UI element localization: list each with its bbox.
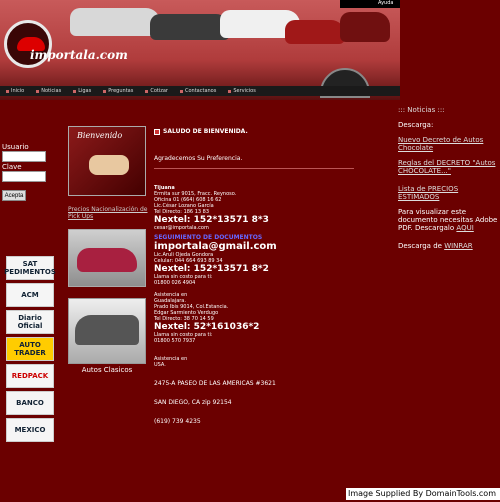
welcome-image-text: Bienvenido <box>77 131 123 140</box>
mexico-logo[interactable]: MEXICO <box>6 418 54 442</box>
winrar-label: Descarga de <box>398 242 442 250</box>
bank-logo[interactable]: BANCO <box>6 391 54 415</box>
footer-credit: Image Supplied By DomainTools.com <box>346 488 500 500</box>
logo-text: importala.com <box>30 48 128 62</box>
welcome-image: Bienvenido <box>68 126 146 196</box>
acm-logo[interactable]: ACM <box>6 283 54 307</box>
classic-car-photo[interactable] <box>68 298 146 364</box>
news-title: ::: Noticias ::: <box>398 106 445 114</box>
welcome-heading: SALUDO DE BIENVENIDA. <box>154 128 354 135</box>
login-form: Usuario Clave Acepta <box>2 142 52 201</box>
address-line-1: 2475-A PASEO DE LAS AMERICAS #3621 <box>154 380 276 387</box>
motorcycle-image <box>340 12 390 42</box>
car-image <box>150 14 230 40</box>
nav-item-noticias[interactable]: Noticias <box>30 88 67 94</box>
car-photo[interactable] <box>68 229 146 287</box>
divider <box>154 168 354 169</box>
nav-item-ligas[interactable]: Ligas <box>67 88 97 94</box>
lista-precios-link[interactable]: Lista de PRECIOS ESTIMADOS <box>398 185 458 201</box>
news-sidebar: ::: Noticias ::: Descarga: Nuevo Decreto… <box>398 106 500 257</box>
diario-oficial-logo[interactable]: Diario Oficial <box>6 310 54 334</box>
header-banner: importala.com Ayuda Inicio Noticias Liga… <box>0 0 400 100</box>
top-bar: Ayuda <box>340 0 400 8</box>
nav-item-preguntas[interactable]: Preguntas <box>97 88 139 94</box>
gdl-contact: Asistencia en Guadalajara. Prado Ibis 90… <box>154 292 354 344</box>
user-label: Usuario <box>2 143 29 151</box>
address-line-2: SAN DIEGO, CA zip 92154 <box>154 399 232 406</box>
key-label: Clave <box>2 163 22 171</box>
decreto-link[interactable]: Nuevo Decreto de Autos Chocolate <box>398 136 483 152</box>
winrar-link[interactable]: WINRAR <box>444 242 472 250</box>
descarga-label: Descarga: <box>398 121 434 129</box>
precios-link[interactable]: Precios Nacionalización de Pick Ups <box>68 206 150 220</box>
sat-logo[interactable]: SAT PEDIMENTOS <box>4 256 56 280</box>
thanks-text: Agradecemos Su Preferencia. <box>154 155 243 162</box>
nav-item-servicios[interactable]: Servicios <box>222 88 261 94</box>
redpack-logo[interactable]: REDPACK <box>6 364 54 388</box>
aqui-link[interactable]: AQUI <box>456 224 473 232</box>
accept-button[interactable]: Acepta <box>2 190 26 201</box>
usa-contact: Asistencia en USA. <box>154 356 188 368</box>
nextel-1: Nextel: 152*13571 8*3 <box>154 215 269 225</box>
email-2[interactable]: importala@gmail.com <box>154 241 354 252</box>
checkbox-icon <box>154 128 160 135</box>
sponsor-logos: SAT PEDIMENTOS ACM Diario Oficial AUTO T… <box>4 256 56 445</box>
nav-item-cotizar[interactable]: Cotizar <box>139 88 174 94</box>
reglas-link[interactable]: Reglas del DECRETO "Autos CHOCOLATE..." <box>398 159 495 175</box>
help-link[interactable]: Ayuda <box>378 0 393 6</box>
password-input[interactable] <box>2 171 46 182</box>
phone: (619) 739 4235 <box>154 418 201 425</box>
handshake-icon <box>89 155 129 175</box>
nav-bar: Inicio Noticias Ligas Preguntas Cotizar … <box>0 86 400 96</box>
email-1[interactable]: cesar@importala.com <box>154 225 354 231</box>
nextel-2: Nextel: 152*13571 8*2 <box>154 264 269 274</box>
user-input[interactable] <box>2 151 46 162</box>
tijuana-contact: Tijuana Ermita sur 9015, Fracc. Reynoso.… <box>154 185 354 231</box>
nav-item-inicio[interactable]: Inicio <box>0 88 30 94</box>
auto-trader-logo[interactable]: AUTO TRADER <box>6 337 54 361</box>
nav-item-contactanos[interactable]: Contactanos <box>174 88 222 94</box>
car-image <box>285 20 345 44</box>
tracking-heading: SEGUIMIENTO DE DOCUMENTOS <box>154 234 263 241</box>
nextel-3: Nextel: 52*161036*2 <box>154 322 260 332</box>
pdf-notice: Para visualizar este documento necesitas… <box>398 208 498 232</box>
car-image <box>70 8 160 36</box>
main-content: SALUDO DE BIENVENIDA. Agradecemos Su Pre… <box>154 128 354 425</box>
classic-cars-caption[interactable]: Autos Clasicos <box>68 366 146 374</box>
